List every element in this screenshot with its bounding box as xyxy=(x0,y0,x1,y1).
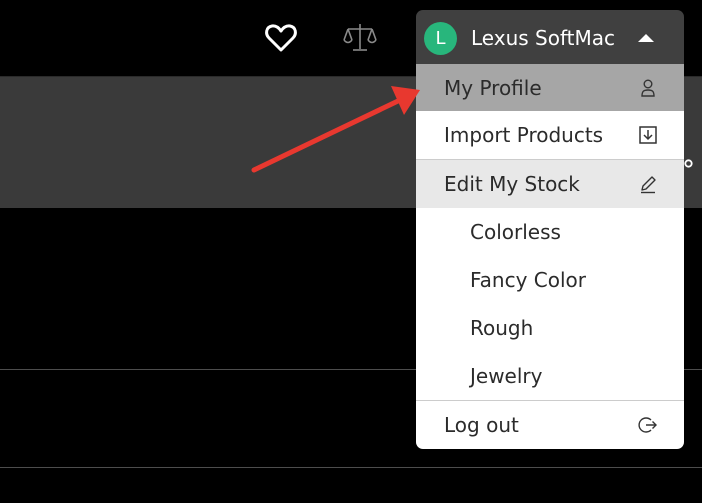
menu-item-label: Colorless xyxy=(470,220,561,244)
menu-item-jewelry[interactable]: Jewelry xyxy=(416,352,684,400)
menu-item-label: Edit My Stock xyxy=(444,172,580,196)
user-dropdown-menu: My Profile Import Products Edit My Stock… xyxy=(416,64,684,449)
menu-item-my-profile[interactable]: My Profile xyxy=(416,64,684,111)
menu-item-label: Import Products xyxy=(444,123,604,147)
menu-item-label: Rough xyxy=(470,316,534,340)
menu-item-colorless[interactable]: Colorless xyxy=(416,208,684,256)
caret-up-icon xyxy=(638,34,655,42)
download-icon xyxy=(639,126,657,144)
menu-item-import-products[interactable]: Import Products xyxy=(416,111,684,159)
menu-item-fancy-color[interactable]: Fancy Color xyxy=(416,256,684,304)
pencil-icon xyxy=(641,176,656,194)
balance-scale-icon[interactable] xyxy=(342,20,378,54)
logout-icon xyxy=(638,417,657,433)
user-name: Lexus SoftMac xyxy=(471,26,616,50)
menu-item-label: My Profile xyxy=(444,75,542,100)
menu-item-log-out[interactable]: Log out xyxy=(416,401,684,449)
avatar: L xyxy=(424,21,457,55)
menu-item-label: Jewelry xyxy=(470,364,543,388)
menu-item-rough[interactable]: Rough xyxy=(416,304,684,352)
heart-icon[interactable] xyxy=(264,22,298,54)
menu-item-label: Fancy Color xyxy=(470,268,587,292)
menu-item-edit-my-stock[interactable]: Edit My Stock xyxy=(416,160,684,208)
user-menu-toggle[interactable]: L Lexus SoftMac xyxy=(416,10,684,66)
indicator-dot xyxy=(684,159,693,168)
menu-item-label: Log out xyxy=(444,413,519,437)
user-icon xyxy=(641,79,655,97)
content-divider xyxy=(0,467,702,468)
